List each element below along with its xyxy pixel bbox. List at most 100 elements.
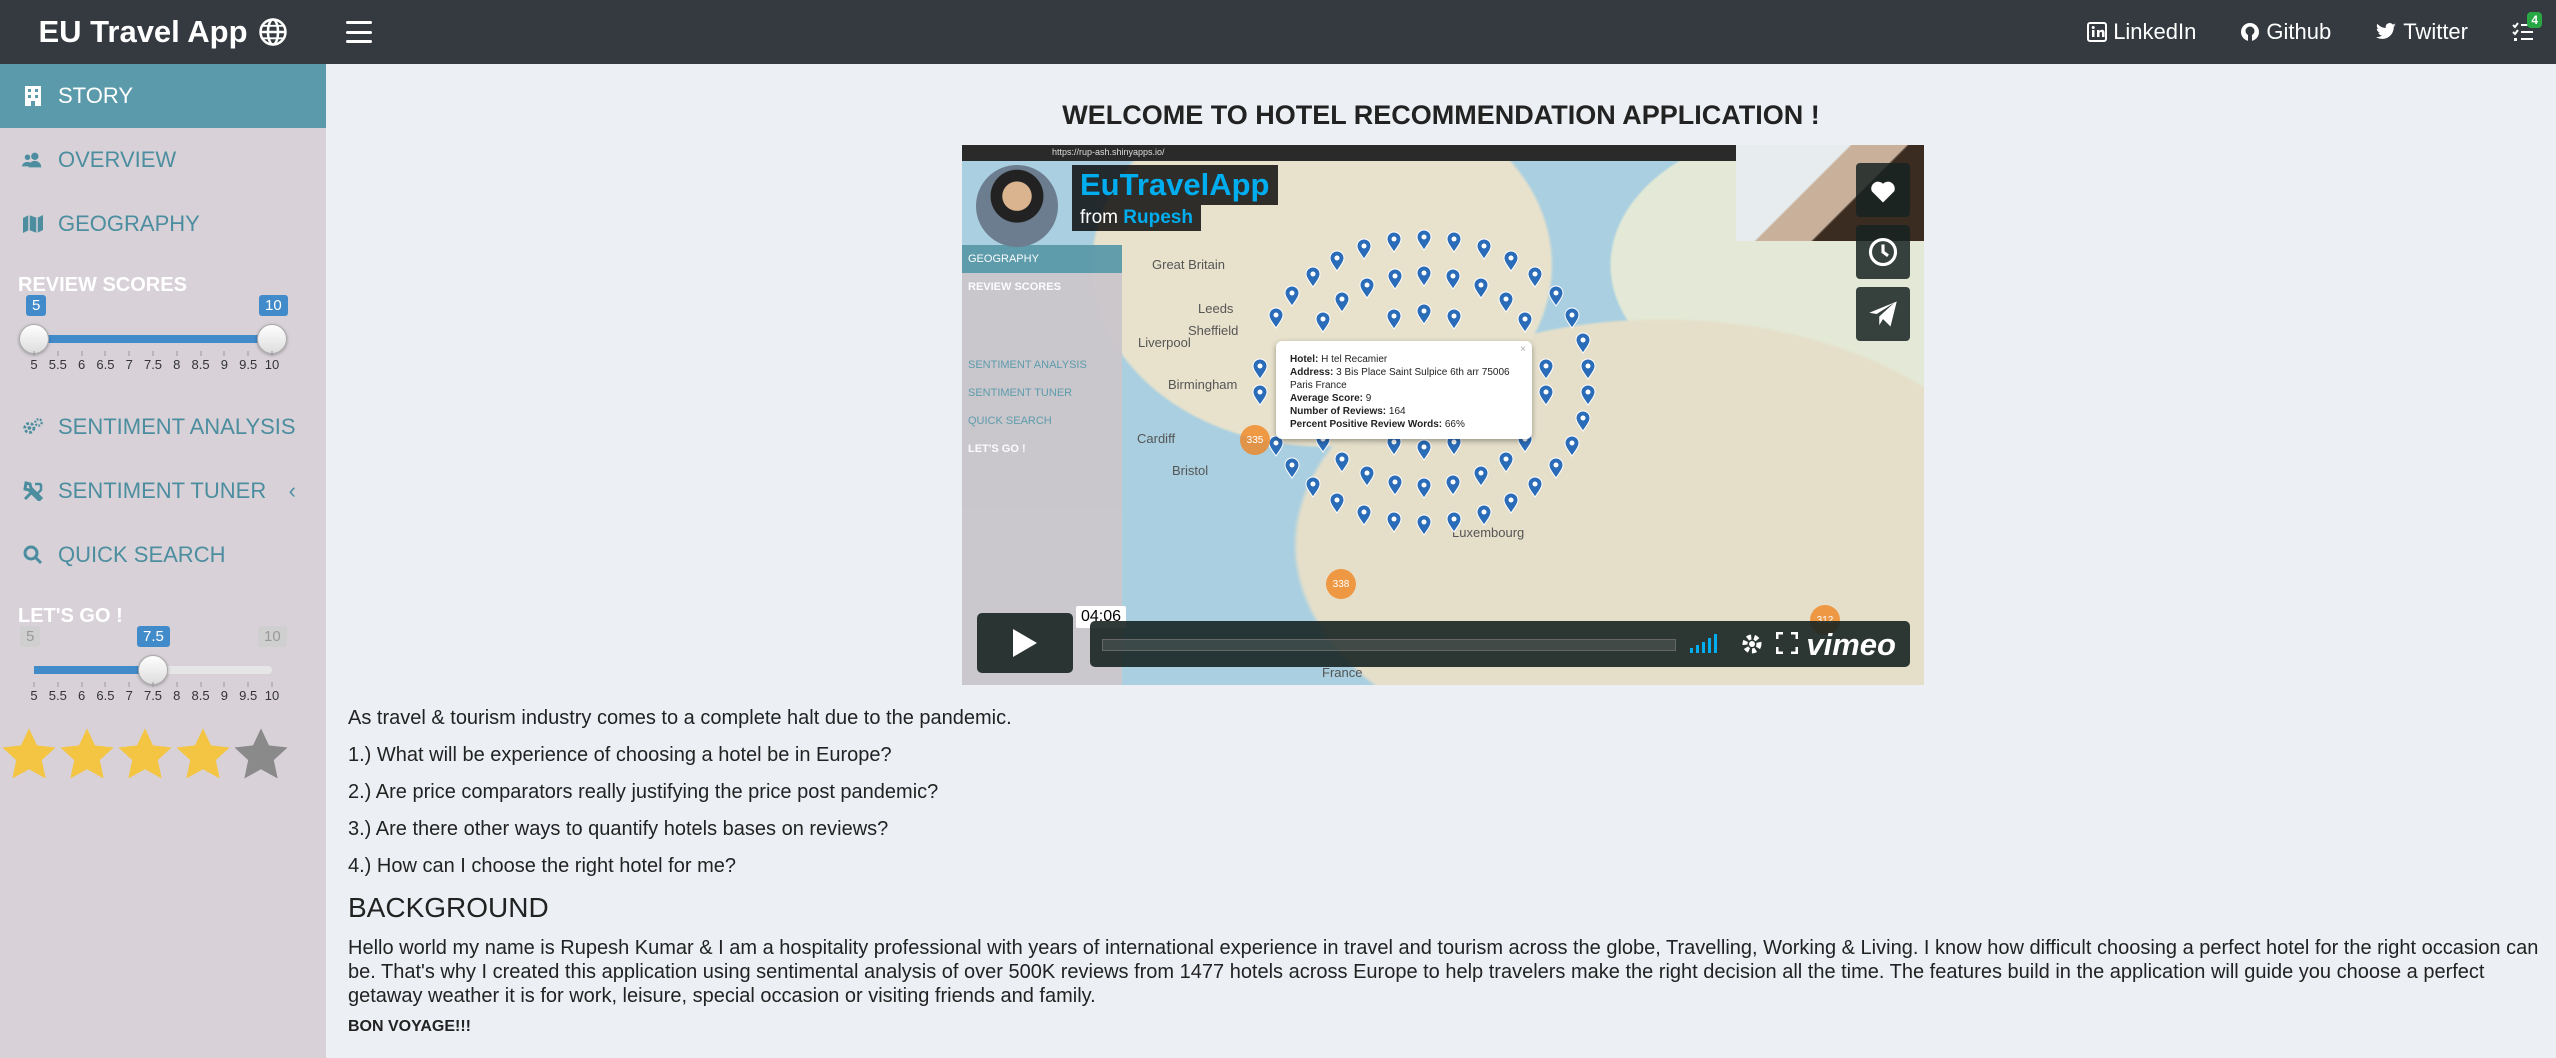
slider-tick-mark: [81, 682, 83, 687]
slider-handle-min[interactable]: [19, 324, 49, 354]
map-pin-icon[interactable]: [1416, 514, 1432, 536]
map-pin-icon[interactable]: [1359, 277, 1375, 299]
map-pin-icon[interactable]: [1446, 308, 1462, 330]
sidebar-toggle-button[interactable]: [346, 21, 372, 43]
map-pin-icon[interactable]: [1252, 384, 1268, 407]
video-author[interactable]: Rupesh: [1123, 207, 1193, 228]
question-item: 1.) What will be experience of choosing …: [348, 744, 892, 766]
map-pin-icon[interactable]: [1498, 291, 1514, 314]
star-filled-icon[interactable]: [0, 726, 58, 784]
sidebar-item-story[interactable]: STORY: [0, 64, 326, 128]
map-pin-icon[interactable]: [1416, 303, 1432, 325]
map-pin-icon[interactable]: [1334, 451, 1350, 473]
map-pin-icon[interactable]: [1575, 410, 1591, 432]
app-brand[interactable]: EU Travel App: [0, 0, 326, 64]
map-pin-icon[interactable]: [1503, 492, 1519, 515]
map-pin-icon[interactable]: [1538, 358, 1554, 381]
like-button[interactable]: [1856, 163, 1910, 217]
share-button[interactable]: [1856, 287, 1910, 341]
map-pin-icon[interactable]: [1268, 307, 1284, 330]
sidebar-item-overview[interactable]: OVERVIEW: [0, 128, 326, 192]
map-pin-icon[interactable]: [1446, 511, 1462, 533]
slider-tick-mark: [152, 351, 154, 356]
map-pin-icon[interactable]: [1446, 231, 1462, 253]
map-pin-icon[interactable]: [1416, 229, 1432, 251]
map-pin-icon[interactable]: [1548, 285, 1564, 307]
map-pin-icon[interactable]: [1416, 439, 1432, 462]
map-pin-icon[interactable]: [1548, 457, 1564, 479]
map-pin-icon[interactable]: [1473, 465, 1489, 488]
map-pin-icon[interactable]: [1252, 358, 1268, 380]
star-filled-icon[interactable]: [174, 726, 232, 784]
map-pin-icon[interactable]: [1329, 250, 1345, 272]
sidebar-item-sentiment-analysis[interactable]: SENTIMENT ANALYSIS: [0, 395, 326, 459]
map-pin-icon[interactable]: [1386, 511, 1402, 533]
map-pin-icon[interactable]: [1386, 308, 1402, 330]
video-title[interactable]: EuTravelApp: [1072, 165, 1278, 205]
review-scores-slider[interactable]: 5 10 5 5.5 6 6.5 7 7.5 8 8.5 9 9.5 10: [19, 295, 288, 372]
linkedin-link[interactable]: LinkedIn: [2087, 19, 2196, 45]
lets-go-slider[interactable]: 5 10 7.5 5 5.5 6 6.5 7 7.5 8 8.5 9 9.5 10: [20, 626, 287, 703]
map-pin-icon[interactable]: [1284, 285, 1300, 307]
vimeo-logo[interactable]: vimeo: [1806, 627, 1896, 663]
tasks-menu-button[interactable]: 4: [2512, 12, 2542, 42]
map-pin-icon[interactable]: [1334, 291, 1350, 314]
map-pin-icon[interactable]: [1305, 266, 1321, 288]
sidebar-item-label: SENTIMENT TUNER: [58, 478, 267, 503]
star-filled-icon[interactable]: [116, 726, 174, 784]
sidebar-item-sentiment-tuner[interactable]: SENTIMENT TUNER ‹: [0, 459, 326, 523]
map-pin-icon[interactable]: [1575, 332, 1591, 354]
sidebar-item-quick-search[interactable]: QUICK SEARCH: [0, 523, 326, 587]
map-pin-icon[interactable]: [1503, 250, 1519, 272]
map-pin-icon[interactable]: [1498, 451, 1514, 473]
map-pin-icon[interactable]: [1359, 465, 1375, 488]
map-pin-icon[interactable]: [1416, 477, 1432, 500]
map-cluster[interactable]: 335: [1240, 425, 1270, 455]
map-pin-icon[interactable]: [1564, 435, 1580, 457]
map-pin-icon[interactable]: [1387, 268, 1403, 290]
map-pin-icon[interactable]: [1356, 238, 1372, 260]
embedded-menu-item: QUICK SEARCH: [968, 415, 1052, 427]
progress-bar[interactable]: [1102, 639, 1676, 651]
map-pin-icon[interactable]: [1580, 358, 1596, 380]
map-pin-icon[interactable]: [1580, 384, 1596, 407]
star-filled-icon[interactable]: [58, 726, 116, 784]
map-pin-icon[interactable]: [1305, 476, 1321, 499]
star-empty-icon[interactable]: [232, 726, 290, 784]
map-pin-icon[interactable]: [1445, 474, 1461, 497]
map-cluster[interactable]: 338: [1326, 569, 1356, 599]
question-item: 3.) Are there other ways to quantify hot…: [348, 818, 889, 840]
watch-later-button[interactable]: [1856, 225, 1910, 279]
map-pin-icon[interactable]: [1527, 266, 1543, 288]
play-button[interactable]: [977, 613, 1073, 673]
map-pin-icon[interactable]: [1476, 238, 1492, 260]
close-icon[interactable]: ×: [1520, 343, 1526, 356]
map-pin-icon[interactable]: [1473, 277, 1489, 299]
github-link[interactable]: Github: [2240, 19, 2331, 45]
slider-tick-mark: [271, 351, 273, 356]
slider-handle[interactable]: [138, 655, 168, 685]
slider-tick-label: 9.5: [239, 357, 258, 372]
map-pin-icon[interactable]: [1416, 265, 1432, 287]
map-pin-icon[interactable]: [1386, 231, 1402, 253]
map-pin-icon[interactable]: [1476, 504, 1492, 526]
star-rating[interactable]: [0, 726, 326, 784]
map-pin-icon[interactable]: [1315, 311, 1331, 333]
map-pin-icon[interactable]: [1387, 474, 1403, 497]
fullscreen-icon[interactable]: [1776, 632, 1798, 654]
map-pin-icon[interactable]: [1527, 476, 1543, 499]
video-player[interactable]: https://rup-ash.shinyapps.io/ GEOGRAPHY …: [962, 145, 1924, 685]
map-pin-icon[interactable]: [1517, 311, 1533, 333]
map-pin-icon[interactable]: [1284, 457, 1300, 479]
twitter-link[interactable]: Twitter: [2375, 19, 2468, 45]
slider-handle-max[interactable]: [257, 324, 287, 354]
map-pin-icon[interactable]: [1445, 268, 1461, 290]
settings-icon[interactable]: [1740, 632, 1764, 656]
map-pin-icon[interactable]: [1356, 504, 1372, 526]
map-pin-icon[interactable]: [1564, 307, 1580, 330]
slider-tick-label: 5.5: [48, 688, 67, 703]
sidebar-item-geography[interactable]: GEOGRAPHY: [0, 192, 326, 256]
map-pin-icon[interactable]: [1538, 384, 1554, 406]
map-pin-icon[interactable]: [1329, 492, 1345, 515]
volume-icon[interactable]: [1688, 632, 1722, 654]
